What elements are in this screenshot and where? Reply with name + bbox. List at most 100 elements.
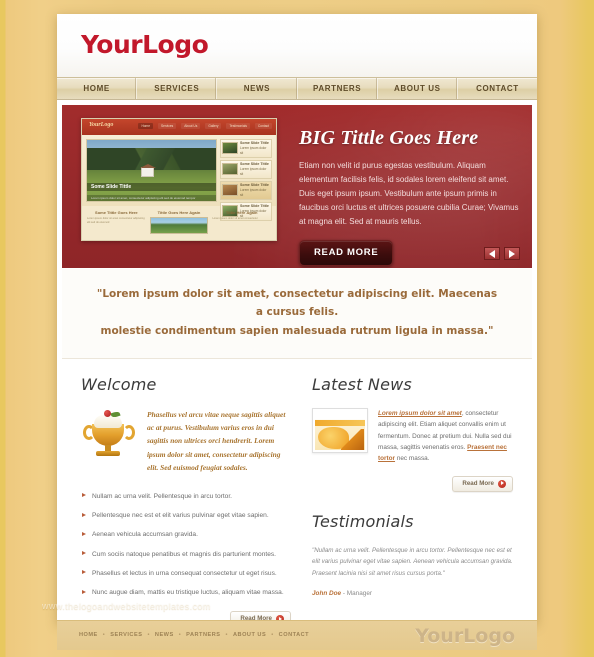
news-website-thumbnail[interactable] (312, 408, 368, 454)
news-read-more-label: Read More (462, 480, 494, 488)
list-item: Cum sociis natoque penatibus et magnis d… (81, 550, 291, 559)
footer-separator: • (225, 632, 228, 638)
mini-column-title: Tittle Here Again (225, 210, 258, 215)
mini-site-slide-image: Some Slide Tittle Lorem ipsum dolor sit … (86, 139, 217, 202)
news-item: Lorem ipsum dolor sit amet, consectetur … (312, 408, 513, 464)
site-logo[interactable]: YourLogo (81, 30, 209, 59)
footer-link-services[interactable]: SERVICES (110, 632, 142, 638)
quote-line-2: molestie condimentum sapien malesuada ru… (100, 324, 494, 337)
testimonials-heading: Testimonials (312, 511, 414, 531)
list-item: Aenean vehicula accumsan gravida. (81, 530, 291, 539)
footer-logo: YourLogo (415, 625, 515, 647)
mini-site-nav: Home Services About Us Gallery Testimoni… (138, 123, 272, 130)
mini-column-body: Lorem ipsum dolor sit amet consectetur a… (87, 217, 145, 225)
news-text-2: nec massa. (395, 454, 430, 462)
quote-banner: "Lorem ipsum dolor sit amet, consectetur… (62, 269, 532, 360)
welcome-intro-text: Phasellus vel arcu vitae neque sagittis … (147, 410, 286, 472)
footer-separator: • (271, 632, 274, 638)
mini-thumb-row: Some Slide Tittle Lorem ipsum dolor sit (220, 159, 272, 179)
mini-column: Tittle Goes Here Again (149, 210, 209, 238)
mini-thumb-sub: Lorem ipsum dolor sit (240, 188, 267, 198)
testimonial-author: John Doe - Manager (312, 590, 513, 597)
hero-banner: YourLogo Home Services About Us Gallery … (62, 105, 532, 269)
mini-site-logo: YourLogo (89, 122, 114, 128)
arrow-circle-icon (498, 479, 506, 488)
mini-thumb-text: Some Slide Tittle Lorem ipsum dolor sit (240, 162, 270, 177)
footer-separator: • (102, 632, 106, 638)
mini-thumb-row-selected: Some Slide Tittle Lorem ipsum dolor sit (220, 180, 272, 200)
nav-item-about-us[interactable]: ABOUT US (378, 78, 458, 99)
mini-slide-subtitle: Lorem ipsum dolor sit amet, consectetur … (87, 194, 216, 201)
latest-news-heading: Latest News (312, 375, 412, 395)
sidebar-column: Latest News Lorem ipsum dolor sit amet, … (307, 375, 532, 627)
mini-column: Some Tittle Goes Here Lorem ipsum dolor … (87, 210, 146, 238)
welcome-column: Welcome Phasellus vel arcu vitae neque s… (62, 375, 307, 627)
news-body: Lorem ipsum dolor sit amet, consectetur … (378, 408, 513, 464)
list-item: Nunc augue diam, mattis eu tristique luc… (81, 588, 291, 597)
hero-read-more-button[interactable]: READ MORE (299, 239, 394, 266)
news-read-more-button[interactable]: Read More (452, 475, 513, 492)
mini-column-title: Tittle Goes Here Again (157, 210, 201, 215)
hero-site-screenshot[interactable]: YourLogo Home Services About Us Gallery … (81, 118, 277, 241)
watermark-text: www.thelogoandwebsitetemplates.com (42, 601, 211, 611)
mini-thumb-sub: Lorem ipsum dolor sit (240, 146, 267, 156)
mini-nav-item: Services (157, 123, 177, 130)
footer-separator: • (178, 632, 182, 638)
footer-separator: • (147, 632, 150, 638)
testimonials-block: Testimonials "Nullam ac urna velit. Pell… (312, 512, 513, 597)
welcome-bullet-list: Nullam ac urna velit. Pellentesque in ar… (81, 492, 291, 597)
testimonial-author-role: - Manager (341, 590, 373, 598)
footer-link-contact[interactable]: CONTACT (279, 632, 309, 638)
hero-title: BIG Tittle Goes Here (299, 127, 479, 149)
nav-item-home[interactable]: HOME (57, 78, 138, 99)
mini-site-thumb-list: Some Slide Tittle Lorem ipsum dolor sit … (220, 139, 272, 221)
site-header: YourLogo (57, 14, 537, 77)
thumbnail-image-icon (222, 142, 238, 155)
footer-link-partners[interactable]: PARTNERS (186, 632, 220, 638)
hero-text-block: BIG Tittle Goes Here Etiam non velit id … (299, 127, 523, 266)
house-shape (140, 164, 157, 177)
footer-navigation: HOME • SERVICES • NEWS • PARTNERS • ABOU… (79, 632, 309, 638)
nav-item-news[interactable]: NEWS (217, 78, 298, 99)
nav-item-partners[interactable]: PARTNERS (298, 78, 378, 99)
content-area: Welcome Phasellus vel arcu vitae neque s… (57, 359, 537, 627)
mini-column-image (149, 217, 209, 234)
mini-slide-title: Some Slide Tittle (87, 183, 216, 191)
mini-nav-item: About Us (181, 123, 201, 130)
hero-slider-controls (484, 247, 520, 260)
arrow-right-icon[interactable] (504, 247, 520, 260)
mini-site-body: Some Slide Tittle Lorem ipsum dolor sit … (82, 135, 276, 221)
footer-link-news[interactable]: NEWS (155, 632, 174, 638)
hero-paragraph: Etiam non velit id purus egestas vestibu… (299, 161, 519, 226)
list-item: Phasellus et lectus in urna consequat co… (81, 569, 291, 578)
quote-line-1: "Lorem ipsum dolor sit amet, consectetur… (96, 288, 498, 319)
footer-link-home[interactable]: HOME (79, 632, 98, 638)
mini-nav-item: Contact (255, 123, 272, 130)
news-link-primary[interactable]: Lorem ipsum dolor sit amet (378, 410, 462, 417)
nav-item-services[interactable]: SERVICES (137, 78, 218, 99)
thumbnail-image-icon (222, 184, 238, 197)
mini-nav-item: Testimonials (226, 123, 250, 130)
trophy-sundae-icon (81, 408, 137, 460)
mini-site-header: YourLogo Home Services About Us Gallery … (82, 119, 276, 135)
page-card: YourLogo HOME SERVICES NEWS PARTNERS ABO… (57, 14, 537, 627)
mini-site-columns: Some Tittle Goes Here Lorem ipsum dolor … (82, 206, 276, 240)
mini-thumb-text: Some Slide Tittle Lorem ipsum dolor sit (240, 141, 270, 156)
list-item: Pellentesque nec est et elit varius pulv… (81, 511, 291, 520)
mini-thumb-text: Some Slide Tittle Lorem ipsum dolor sit (240, 183, 270, 198)
mini-column: Tittle Here Again Lorem ipsum dolor sit … (212, 210, 271, 238)
testimonial-author-name: John Doe (312, 590, 342, 598)
mini-nav-item: Gallery (205, 123, 222, 130)
nav-item-contact[interactable]: CONTACT (458, 78, 537, 99)
thumbnail-image-icon (222, 163, 238, 176)
list-item: Nullam ac urna velit. Pellentesque in ar… (81, 492, 291, 501)
arrow-left-icon[interactable] (484, 247, 500, 260)
footer-link-about-us[interactable]: ABOUT US (233, 632, 266, 638)
welcome-heading: Welcome (81, 375, 157, 395)
testimonial-quote: "Nullam ac urna velit. Pellentesque in a… (312, 546, 513, 577)
site-footer: HOME • SERVICES • NEWS • PARTNERS • ABOU… (57, 620, 537, 650)
welcome-intro-row: Phasellus vel arcu vitae neque sagittis … (81, 408, 291, 474)
mini-nav-item: Home (138, 123, 153, 130)
mini-thumb-sub: Lorem ipsum dolor sit (240, 167, 267, 177)
mini-column-body: Lorem ipsum dolor sit amet consectetur (212, 217, 258, 220)
